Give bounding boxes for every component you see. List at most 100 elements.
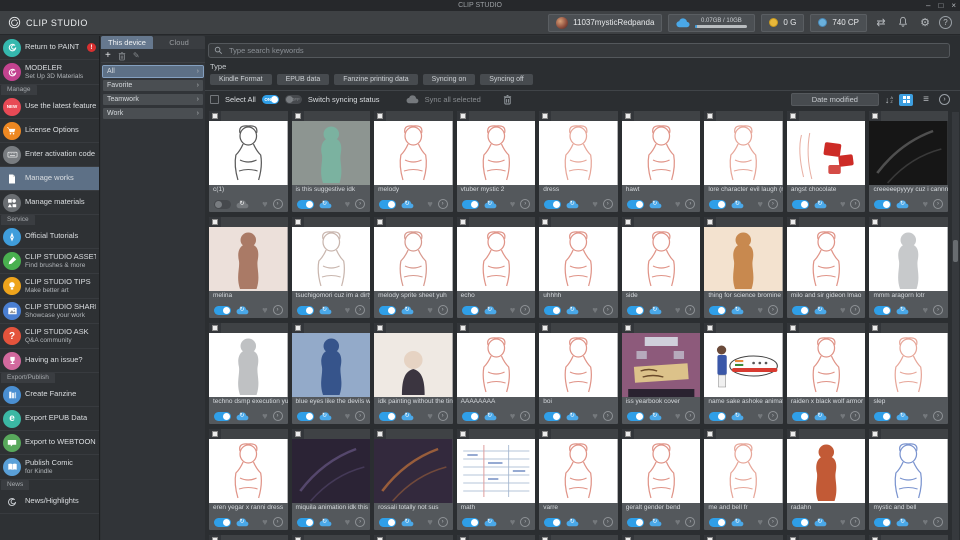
cloud-sync-icon[interactable]: ↻ xyxy=(814,517,827,527)
sync-on-toggle[interactable]: ON xyxy=(261,95,279,104)
cp-balance-button[interactable]: 740 CP xyxy=(810,13,867,32)
work-card[interactable]: melody sprite sheet yuh ↻ ♥ › xyxy=(374,217,453,318)
open-work-button[interactable]: › xyxy=(272,305,283,315)
work-card[interactable]: techno dsmp execution yuh ↻ ♥ › xyxy=(209,323,288,424)
cloud-sync-icon[interactable]: ↻ xyxy=(319,517,332,527)
favorite-icon[interactable]: ♥ xyxy=(510,305,515,315)
work-checkbox[interactable] xyxy=(789,431,796,437)
favorite-icon[interactable]: ♥ xyxy=(345,411,350,421)
sync-toggle[interactable] xyxy=(626,305,644,315)
minimize-button[interactable]: – xyxy=(926,0,930,11)
cloud-sync-icon[interactable]: ↻ xyxy=(566,305,579,315)
vertical-scrollbar[interactable] xyxy=(952,112,959,540)
sync-toggle[interactable] xyxy=(544,305,562,315)
open-work-button[interactable]: › xyxy=(272,199,283,209)
open-work-button[interactable]: › xyxy=(850,305,861,315)
sync-toggle[interactable] xyxy=(544,199,562,209)
add-folder-button[interactable]: + xyxy=(105,50,111,61)
work-card-partial[interactable] xyxy=(539,535,618,540)
cloud-sync-icon[interactable]: ↻ xyxy=(566,199,579,209)
work-checkbox[interactable] xyxy=(789,113,796,119)
cloud-sync-icon[interactable]: ↻ xyxy=(649,517,662,527)
work-checkbox[interactable] xyxy=(872,325,879,331)
sync-toggle[interactable] xyxy=(791,305,809,315)
work-card[interactable]: miquila animation idk this is pai ↻ ♥ › xyxy=(291,429,371,530)
work-card[interactable]: tsuchigomori cuz im a dirty fuck ↻ ♥ › xyxy=(291,217,371,318)
cloud-sync-icon[interactable]: ↻ xyxy=(236,411,249,421)
sync-toggle[interactable] xyxy=(709,411,727,421)
work-checkbox[interactable] xyxy=(212,219,218,225)
sync-toggle[interactable] xyxy=(296,199,314,209)
sync-toggle[interactable] xyxy=(379,305,397,315)
work-card[interactable]: thing for science bromine ↻ ♥ › xyxy=(704,217,783,318)
work-card[interactable]: geralt gender bend ↻ ♥ › xyxy=(621,429,701,530)
sync-off-toggle[interactable]: OFF xyxy=(284,95,302,104)
favorite-icon[interactable]: ♥ xyxy=(592,411,597,421)
sync-toggle[interactable] xyxy=(461,199,479,209)
cloud-sync-icon[interactable]: ↻ xyxy=(896,517,909,527)
open-work-button[interactable]: › xyxy=(767,305,778,315)
favorite-icon[interactable]: ♥ xyxy=(758,305,763,315)
work-checkbox[interactable] xyxy=(294,431,301,437)
work-card[interactable]: creeeeepyyyy cuz i cannnnn ↻ ♥ › xyxy=(869,111,948,212)
work-checkbox[interactable] xyxy=(542,325,549,331)
favorite-icon[interactable]: ♥ xyxy=(840,411,845,421)
folder-all[interactable]: All › xyxy=(102,65,204,78)
open-work-button[interactable]: › xyxy=(437,411,448,421)
open-work-button[interactable]: › xyxy=(933,305,943,315)
work-card[interactable]: mystic and bell ↻ ♥ › xyxy=(869,429,948,530)
sync-all-icon[interactable] xyxy=(406,95,419,104)
sidebar-item-license-options[interactable]: License Options xyxy=(0,119,99,143)
delete-folder-button[interactable] xyxy=(118,51,126,61)
work-card-partial[interactable] xyxy=(786,535,866,540)
rename-folder-button[interactable]: ✎ xyxy=(133,51,140,60)
work-card[interactable]: c(1) ↻ ♥ › xyxy=(209,111,288,212)
favorite-icon[interactable]: ♥ xyxy=(427,411,432,421)
sync-toggle[interactable] xyxy=(626,411,644,421)
work-card-partial[interactable] xyxy=(209,535,288,540)
work-card[interactable]: iss yearbook cover ↻ ♥ › xyxy=(621,323,701,424)
work-checkbox[interactable] xyxy=(789,325,796,331)
work-card-partial[interactable] xyxy=(291,535,371,540)
work-card[interactable]: AAAAAAAA ↻ ♥ › xyxy=(456,323,536,424)
sync-toggle[interactable] xyxy=(296,305,314,315)
open-work-button[interactable]: › xyxy=(767,517,778,527)
work-card[interactable]: boi ↻ ♥ › xyxy=(539,323,618,424)
cloud-sync-icon[interactable]: ↻ xyxy=(319,305,332,315)
favorite-icon[interactable]: ♥ xyxy=(923,517,928,527)
work-checkbox[interactable] xyxy=(377,325,384,331)
favorite-icon[interactable]: ♥ xyxy=(262,305,267,315)
filter-chip-kindle-format[interactable]: Kindle Format xyxy=(210,74,272,85)
sidebar-item-export-to-webtoon[interactable]: Export to WEBTOON xyxy=(0,431,99,455)
work-checkbox[interactable] xyxy=(294,325,301,331)
work-card-partial[interactable] xyxy=(621,535,701,540)
grid-view-button[interactable] xyxy=(899,93,913,106)
sidebar-item-return-to-paint[interactable]: Return to PAINT! xyxy=(0,36,99,60)
sync-toggle[interactable] xyxy=(626,517,644,527)
favorite-icon[interactable]: ♥ xyxy=(592,199,597,209)
work-card-partial[interactable] xyxy=(704,535,783,540)
sync-toggle[interactable] xyxy=(874,411,892,421)
work-card-partial[interactable] xyxy=(869,535,948,540)
cloud-sync-icon[interactable]: ↻ xyxy=(896,199,909,209)
favorite-icon[interactable]: ♥ xyxy=(427,517,432,527)
cloud-sync-icon[interactable]: ↻ xyxy=(566,517,579,527)
tab-this-device[interactable]: This device xyxy=(101,36,153,49)
work-checkbox[interactable] xyxy=(707,113,714,119)
work-checkbox[interactable] xyxy=(789,219,796,225)
cloud-sync-icon[interactable]: ↻ xyxy=(649,411,662,421)
sync-toggle[interactable] xyxy=(874,199,892,209)
cloud-sync-icon[interactable]: ↻ xyxy=(401,411,414,421)
sort-order-dropdown[interactable]: Date modified xyxy=(790,93,879,106)
favorite-icon[interactable]: ♥ xyxy=(840,517,845,527)
sidebar-item-export-epub-data[interactable]: e Export EPUB Data xyxy=(0,407,99,431)
help-icon[interactable]: ? xyxy=(939,16,952,29)
work-checkbox[interactable] xyxy=(294,219,301,225)
cloud-sync-icon[interactable]: ↻ xyxy=(484,305,497,315)
sidebar-item-manage-materials[interactable]: Manage materials xyxy=(0,191,99,215)
sync-toggle[interactable] xyxy=(791,517,809,527)
favorite-icon[interactable]: ♥ xyxy=(675,517,680,527)
favorite-icon[interactable]: ♥ xyxy=(758,517,763,527)
work-card[interactable]: math ↻ ♥ › xyxy=(456,429,536,530)
cloud-sync-icon[interactable]: ↻ xyxy=(319,411,332,421)
